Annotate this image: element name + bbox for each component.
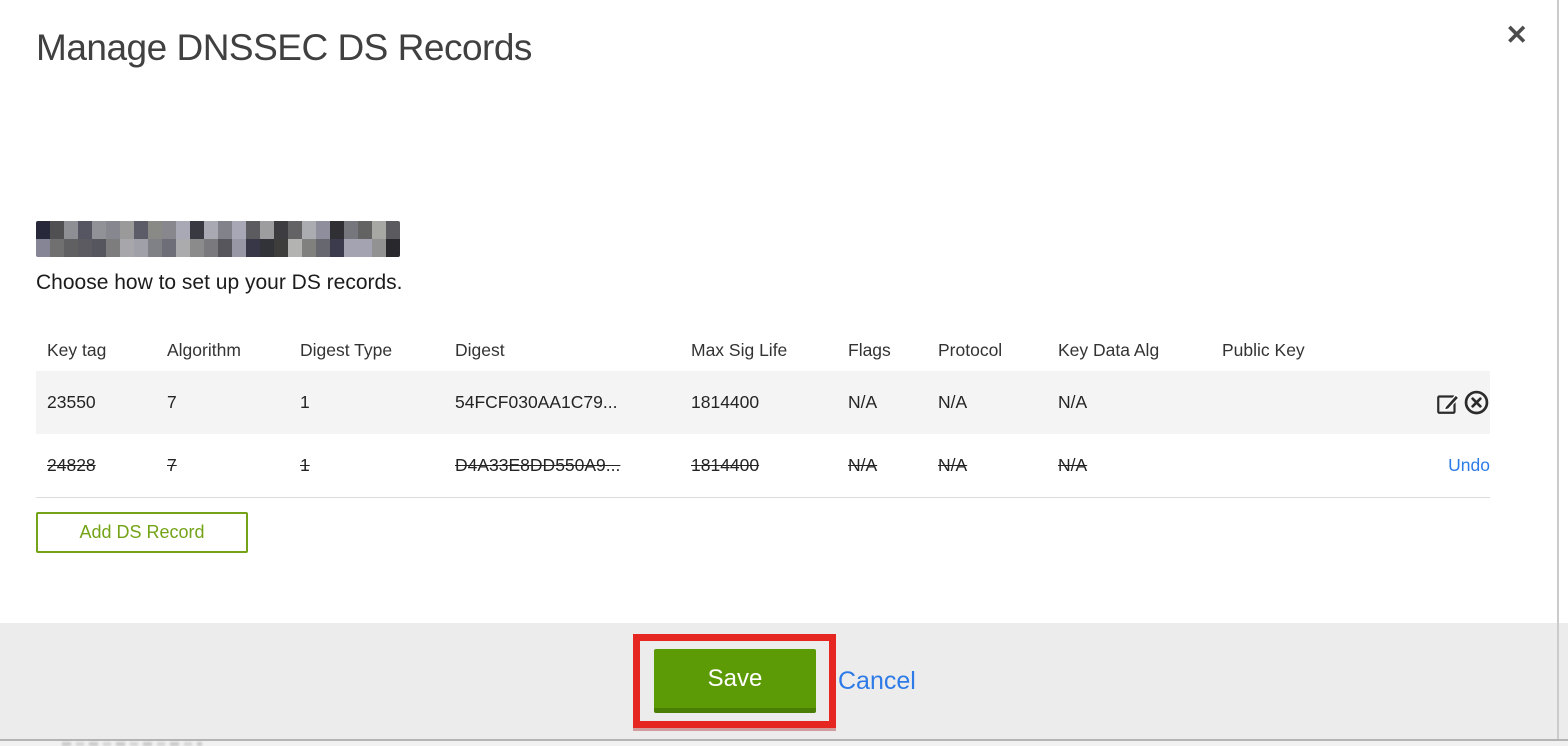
cell-key-data-alg: N/A (1047, 371, 1211, 434)
col-digest-type: Digest Type (300, 339, 393, 360)
col-algorithm: Algorithm (167, 339, 241, 360)
redacted-domain (36, 221, 400, 257)
row-actions: Undo (1361, 434, 1490, 498)
cell-key-tag: 24828 (36, 434, 156, 498)
background-page-content (62, 742, 202, 746)
cell-digest-type: 1 (289, 371, 444, 434)
cell-key-data-alg: N/A (1047, 434, 1211, 498)
cell-key-tag: 23550 (36, 371, 156, 434)
col-actions (1361, 329, 1490, 371)
delete-icon[interactable] (1463, 389, 1490, 416)
undo-link[interactable]: Undo (1448, 455, 1490, 475)
cell-algorithm: 7 (156, 371, 289, 434)
save-button[interactable]: Save (654, 649, 816, 713)
background-page-edge (0, 741, 1568, 746)
table-header-row: Key tag Algorithm Digest Type Digest Max… (36, 329, 1490, 371)
cell-flags: N/A (837, 371, 927, 434)
cell-public-key (1211, 371, 1361, 434)
cell-digest-type: 1 (289, 434, 444, 498)
edit-icon[interactable] (1435, 390, 1461, 416)
page-title: Manage DNSSEC DS Records (36, 27, 532, 68)
add-ds-record-button[interactable]: Add DS Record (36, 512, 248, 553)
col-key-data-alg: Key Data Alg (1058, 339, 1160, 360)
cell-max-sig-life: 1814400 (680, 371, 837, 434)
manage-dnssec-dialog: Manage DNSSEC DS Records ✕ Choose how to… (0, 0, 1568, 746)
cell-algorithm: 7 (156, 434, 289, 498)
col-digest: Digest (455, 339, 505, 360)
cell-protocol: N/A (927, 371, 1047, 434)
cell-max-sig-life: 1814400 (680, 434, 837, 498)
window-right-border (1557, 0, 1559, 746)
cell-digest: 54FCF030AA1C79... (444, 371, 680, 434)
col-flags: Flags (848, 339, 891, 360)
table-row-deleted: 24828 7 1 D4A33E8DD550A9... 1814400 N/A … (36, 434, 1490, 498)
col-max-sig-life: Max Sig Life (691, 339, 788, 360)
cancel-link[interactable]: Cancel (838, 667, 916, 696)
cell-public-key (1211, 434, 1361, 498)
row-actions (1361, 371, 1490, 434)
close-icon[interactable]: ✕ (1501, 18, 1532, 53)
cell-flags: N/A (837, 434, 927, 498)
cell-protocol: N/A (927, 434, 1047, 498)
table-row: 23550 7 1 54FCF030AA1C79... 1814400 N/A … (36, 371, 1490, 434)
ds-records-table: Key tag Algorithm Digest Type Digest Max… (36, 329, 1490, 498)
cell-digest: D4A33E8DD550A9... (444, 434, 680, 498)
col-protocol: Protocol (938, 339, 1003, 360)
col-key-tag: Key tag (47, 339, 107, 360)
subtitle: Choose how to set up your DS records. (36, 271, 403, 294)
col-public-key: Public Key (1222, 339, 1305, 360)
